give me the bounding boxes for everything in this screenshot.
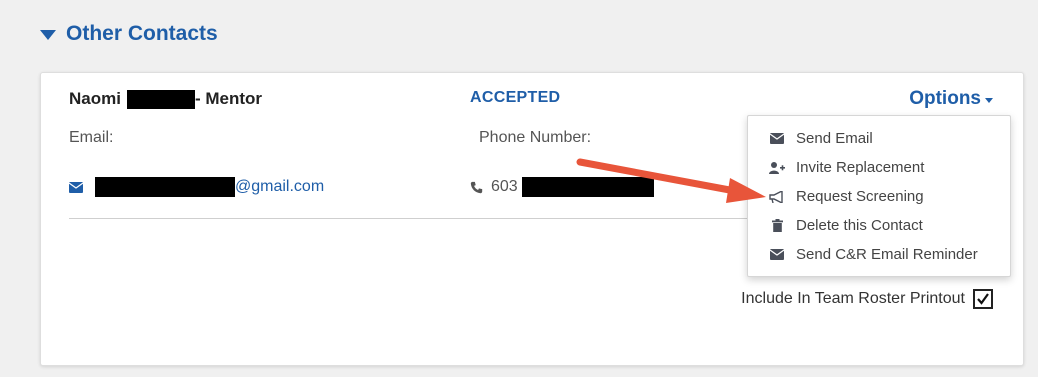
phone-label: Phone Number:	[479, 129, 592, 146]
redacted-email-user	[95, 177, 235, 197]
chevron-down-icon	[985, 98, 993, 103]
contact-role: - Mentor	[194, 89, 263, 108]
options-label: Options	[909, 88, 981, 109]
menu-item-label: Delete this Contact	[796, 217, 923, 234]
contact-name: Naomi - Mentor	[69, 89, 262, 109]
menu-item-send-cr-reminder[interactable]: Send C&R Email Reminder	[768, 246, 978, 263]
menu-item-request-screening[interactable]: Request Screening	[768, 188, 924, 205]
section-header-other-contacts[interactable]: Other Contacts	[40, 22, 218, 46]
menu-item-label: Send C&R Email Reminder	[796, 246, 978, 263]
redacted-phone	[521, 177, 654, 197]
email-value[interactable]: @gmail.com	[69, 177, 324, 197]
trash-icon	[768, 219, 786, 232]
checkmark-icon	[977, 293, 989, 305]
contact-first-name: Naomi	[69, 89, 121, 108]
email-domain: @gmail.com	[235, 178, 325, 195]
menu-item-label: Send Email	[796, 130, 873, 147]
email-label: Email:	[69, 129, 114, 146]
phone-icon	[470, 181, 483, 193]
envelope-icon	[69, 181, 83, 193]
section-title: Other Contacts	[66, 22, 218, 45]
redacted-last-name	[126, 89, 195, 109]
options-dropdown-menu: Send Email Invite Replacement Request Sc…	[747, 115, 1011, 277]
phone-prefix: 603	[491, 178, 518, 195]
include-roster-checkbox[interactable]	[973, 289, 993, 309]
user-plus-icon	[768, 161, 786, 174]
menu-item-invite-replacement[interactable]: Invite Replacement	[768, 159, 924, 176]
options-button[interactable]: Options	[909, 88, 993, 110]
menu-item-send-email[interactable]: Send Email	[768, 130, 873, 147]
status-badge: ACCEPTED	[470, 89, 561, 106]
include-roster-row: Include In Team Roster Printout	[741, 289, 993, 309]
envelope-icon	[768, 133, 786, 144]
envelope-icon	[768, 249, 786, 260]
include-roster-label: Include In Team Roster Printout	[741, 290, 965, 307]
menu-item-label: Invite Replacement	[796, 159, 925, 176]
caret-down-icon	[40, 30, 56, 40]
menu-item-delete-contact[interactable]: Delete this Contact	[768, 217, 923, 234]
menu-item-label: Request Screening	[796, 188, 924, 205]
bullhorn-icon	[768, 190, 786, 203]
phone-value: 603	[470, 177, 654, 197]
